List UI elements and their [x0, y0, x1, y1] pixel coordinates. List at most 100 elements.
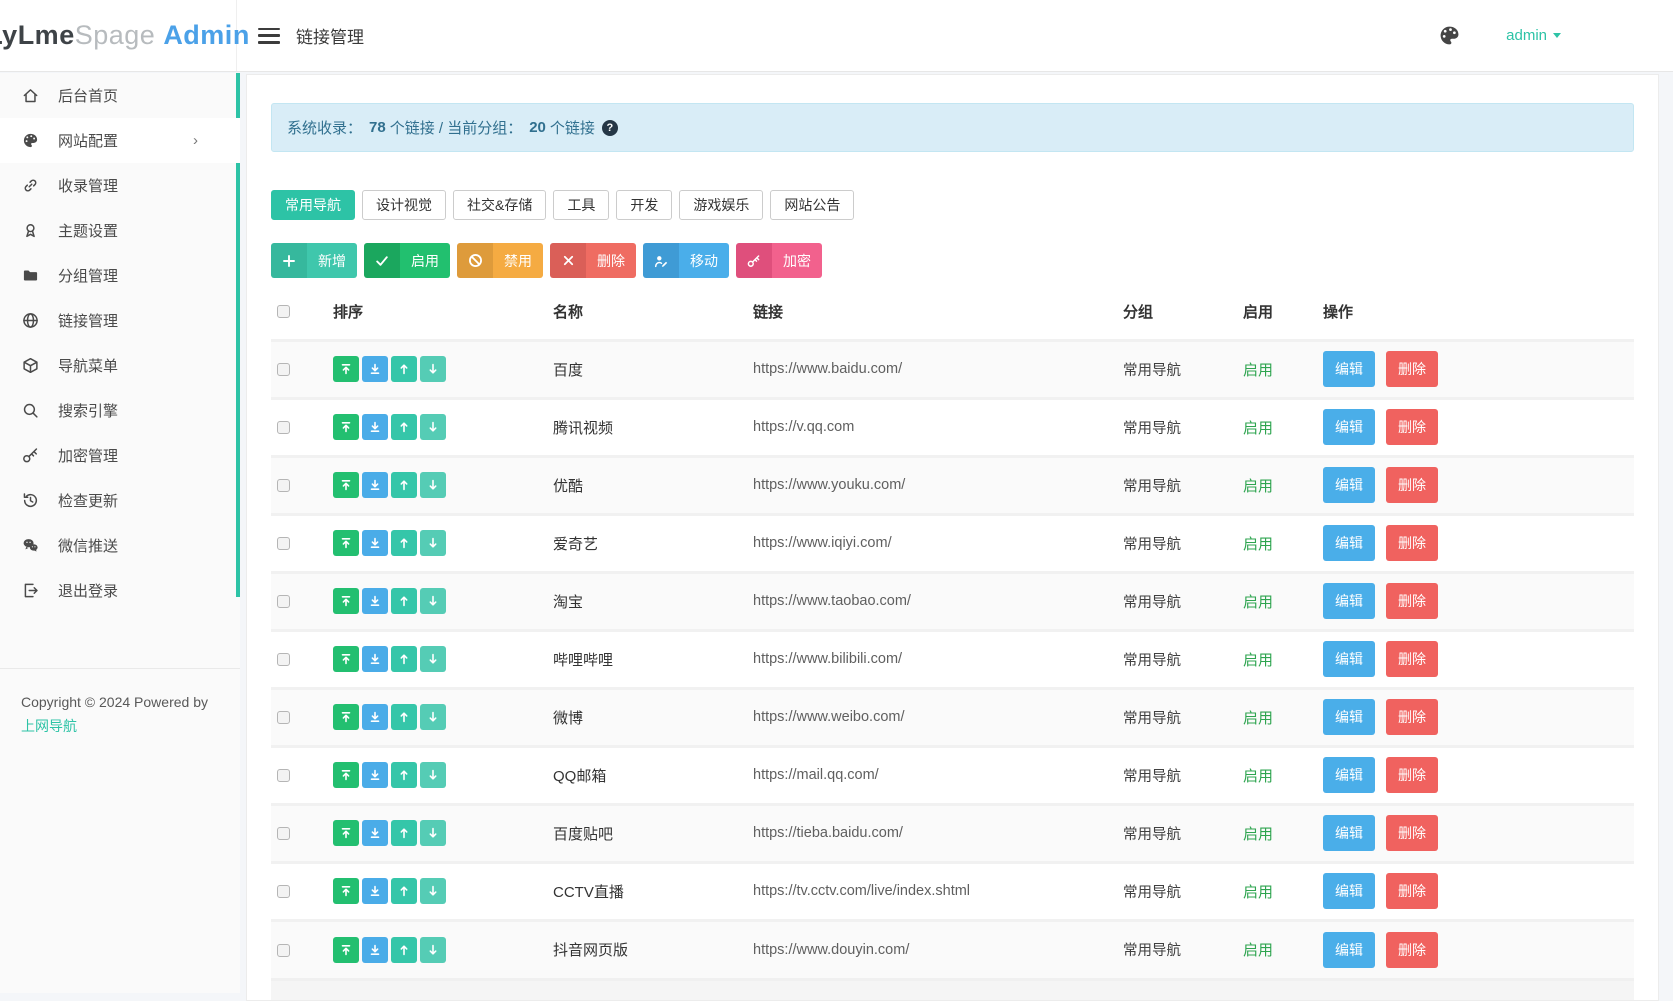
edit-button[interactable]: 编辑	[1323, 932, 1375, 968]
delete-button[interactable]: 删除	[1386, 641, 1438, 677]
move-to-bottom-button[interactable]	[362, 762, 388, 788]
sidebar-item-home[interactable]: 后台首页	[0, 73, 240, 118]
move-to-bottom-button[interactable]	[362, 356, 388, 382]
edit-button[interactable]: 编辑	[1323, 699, 1375, 735]
delete-button[interactable]: 删除	[1386, 583, 1438, 619]
move-to-bottom-button[interactable]	[362, 414, 388, 440]
edit-button[interactable]: 编辑	[1323, 409, 1375, 445]
check-action-button[interactable]: 启用	[364, 243, 450, 278]
move-to-bottom-button[interactable]	[362, 646, 388, 672]
move-up-button[interactable]	[391, 937, 417, 963]
ban-action-button[interactable]: 禁用	[457, 243, 543, 278]
row-checkbox[interactable]	[277, 827, 290, 840]
row-checkbox[interactable]	[277, 421, 290, 434]
sidebar-item-palette[interactable]: 网站配置›	[0, 118, 240, 163]
move-up-button[interactable]	[391, 878, 417, 904]
row-checkbox[interactable]	[277, 885, 290, 898]
sidebar-item-link[interactable]: 收录管理	[0, 163, 240, 208]
edit-button[interactable]: 编辑	[1323, 467, 1375, 503]
delete-button[interactable]: 删除	[1386, 699, 1438, 735]
move-to-top-button[interactable]	[333, 588, 359, 614]
delete-button[interactable]: 删除	[1386, 467, 1438, 503]
key2-action-button[interactable]: 加密	[736, 243, 822, 278]
move-to-bottom-button[interactable]	[362, 704, 388, 730]
move-up-button[interactable]	[391, 588, 417, 614]
menu-toggle-icon[interactable]	[258, 28, 280, 44]
move-to-bottom-button[interactable]	[362, 588, 388, 614]
edit-button[interactable]: 编辑	[1323, 815, 1375, 851]
move-down-button[interactable]	[420, 878, 446, 904]
edit-button[interactable]: 编辑	[1323, 757, 1375, 793]
row-checkbox[interactable]	[277, 595, 290, 608]
delete-button[interactable]: 删除	[1386, 757, 1438, 793]
move-to-bottom-button[interactable]	[362, 530, 388, 556]
edit-button[interactable]: 编辑	[1323, 525, 1375, 561]
tab-group-4[interactable]: 开发	[616, 190, 672, 220]
tab-group-0[interactable]: 常用导航	[271, 190, 355, 220]
row-checkbox[interactable]	[277, 537, 290, 550]
move-down-button[interactable]	[420, 762, 446, 788]
sidebar-item-logout[interactable]: 退出登录	[0, 568, 240, 613]
select-all-checkbox[interactable]	[277, 305, 290, 318]
tab-group-2[interactable]: 社交&存储	[453, 190, 546, 220]
theme-palette-icon[interactable]	[1438, 24, 1462, 48]
move-to-bottom-button[interactable]	[362, 878, 388, 904]
edit-button[interactable]: 编辑	[1323, 351, 1375, 387]
move-up-button[interactable]	[391, 820, 417, 846]
move-down-button[interactable]	[420, 937, 446, 963]
user-dropdown[interactable]: admin	[1506, 27, 1561, 44]
tab-group-5[interactable]: 游戏娱乐	[679, 190, 763, 220]
move-down-button[interactable]	[420, 414, 446, 440]
person-action-button[interactable]: 移动	[643, 243, 729, 278]
move-to-top-button[interactable]	[333, 762, 359, 788]
move-up-button[interactable]	[391, 530, 417, 556]
move-to-bottom-button[interactable]	[362, 472, 388, 498]
move-to-bottom-button[interactable]	[362, 937, 388, 963]
tab-group-3[interactable]: 工具	[553, 190, 609, 220]
edit-button[interactable]: 编辑	[1323, 583, 1375, 619]
edit-button[interactable]: 编辑	[1323, 873, 1375, 909]
powered-by-link[interactable]: 上网导航	[21, 715, 77, 738]
move-to-top-button[interactable]	[333, 472, 359, 498]
move-down-button[interactable]	[420, 472, 446, 498]
delete-button[interactable]: 删除	[1386, 351, 1438, 387]
move-to-top-button[interactable]	[333, 646, 359, 672]
tab-group-1[interactable]: 设计视觉	[362, 190, 446, 220]
sidebar-item-award[interactable]: 主题设置	[0, 208, 240, 253]
move-to-bottom-button[interactable]	[362, 820, 388, 846]
move-down-button[interactable]	[420, 356, 446, 382]
sidebar-item-cube[interactable]: 导航菜单	[0, 343, 240, 388]
row-checkbox[interactable]	[277, 769, 290, 782]
sidebar-item-wechat[interactable]: 微信推送	[0, 523, 240, 568]
edit-button[interactable]: 编辑	[1323, 641, 1375, 677]
delete-button[interactable]: 删除	[1386, 815, 1438, 851]
move-to-top-button[interactable]	[333, 937, 359, 963]
move-down-button[interactable]	[420, 646, 446, 672]
move-to-top-button[interactable]	[333, 878, 359, 904]
move-up-button[interactable]	[391, 646, 417, 672]
move-to-top-button[interactable]	[333, 530, 359, 556]
plus-action-button[interactable]: 新增	[271, 243, 357, 278]
move-down-button[interactable]	[420, 820, 446, 846]
tab-group-6[interactable]: 网站公告	[770, 190, 854, 220]
row-checkbox[interactable]	[277, 363, 290, 376]
delete-button[interactable]: 删除	[1386, 409, 1438, 445]
sidebar-item-folder[interactable]: 分组管理	[0, 253, 240, 298]
move-to-top-button[interactable]	[333, 414, 359, 440]
row-checkbox[interactable]	[277, 479, 290, 492]
delete-button[interactable]: 删除	[1386, 525, 1438, 561]
move-down-button[interactable]	[420, 588, 446, 614]
sidebar-item-history[interactable]: 检查更新	[0, 478, 240, 523]
move-down-button[interactable]	[420, 704, 446, 730]
move-up-button[interactable]	[391, 704, 417, 730]
x-action-button[interactable]: 删除	[550, 243, 636, 278]
move-to-top-button[interactable]	[333, 820, 359, 846]
move-to-top-button[interactable]	[333, 356, 359, 382]
move-up-button[interactable]	[391, 356, 417, 382]
delete-button[interactable]: 删除	[1386, 932, 1438, 968]
sidebar-item-search[interactable]: 搜索引擎	[0, 388, 240, 433]
row-checkbox[interactable]	[277, 944, 290, 957]
move-to-top-button[interactable]	[333, 704, 359, 730]
delete-button[interactable]: 删除	[1386, 873, 1438, 909]
help-icon[interactable]: ?	[602, 120, 618, 136]
